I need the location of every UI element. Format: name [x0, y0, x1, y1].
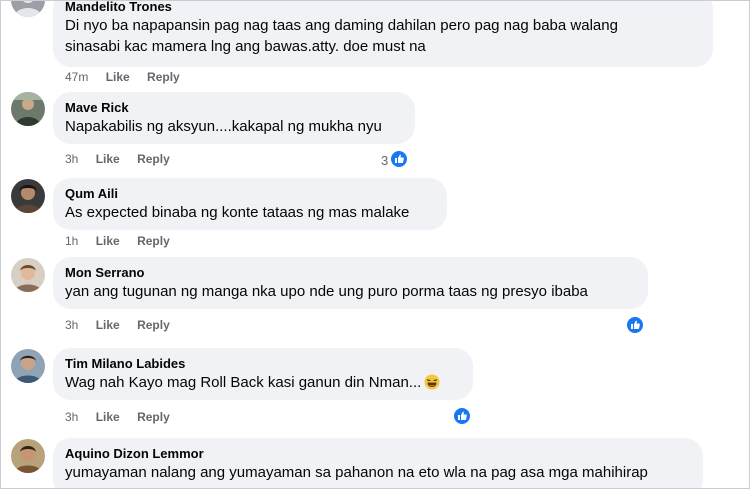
like-button[interactable]: Like — [96, 151, 120, 167]
comment-text: Napakabilis ng aksyun....kakapal ng mukh… — [65, 118, 382, 135]
avatar[interactable] — [11, 92, 45, 126]
comment-bubble: Mon Serrano yan ang tugunan ng manga nka… — [53, 257, 648, 309]
comment-author[interactable]: Mandelito Trones — [65, 1, 701, 15]
comment-text: Di nyo ba napapansin pag nag taas ang da… — [65, 17, 618, 34]
comment-time[interactable]: 3h — [65, 317, 78, 333]
reaction-summary[interactable]: 3 — [381, 150, 409, 171]
avatar[interactable] — [11, 179, 45, 213]
comment-actions: 3h Like Reply — [65, 151, 170, 167]
comment-bubble: Aquino Dizon Lemmor yumayaman nalang ang… — [53, 438, 703, 488]
comment-text: As expected binaba ng konte tataas ng ma… — [65, 204, 410, 221]
avatar[interactable] — [11, 1, 45, 17]
comment-bubble: Mandelito Trones Di nyo ba napapansin pa… — [53, 1, 713, 67]
comment-time[interactable]: 1h — [65, 233, 78, 249]
reply-button[interactable]: Reply — [137, 317, 170, 333]
like-button[interactable]: Like — [96, 409, 120, 425]
comment-author[interactable]: Qum Aili — [65, 186, 435, 202]
comment-time[interactable]: 47m — [65, 69, 88, 85]
avatar[interactable] — [11, 258, 45, 292]
comment-author[interactable]: Tim Milano Labides — [65, 356, 461, 372]
avatar[interactable] — [11, 439, 45, 473]
comment-text-content: Wag nah Kayo mag Roll Back kasi ganun di… — [65, 374, 422, 391]
comment-bubble: Qum Aili As expected binaba ng konte tat… — [53, 178, 447, 230]
comment-bubble: Mave Rick Napakabilis ng aksyun....kakap… — [53, 92, 415, 144]
comment-author[interactable]: Mon Serrano — [65, 265, 636, 281]
like-thumb-icon — [453, 407, 471, 428]
reaction-summary[interactable] — [453, 407, 471, 428]
comment-text: Wag nah Kayo mag Roll Back kasi ganun di… — [65, 372, 461, 393]
comment-bubble: Tim Milano Labides Wag nah Kayo mag Roll… — [53, 348, 473, 400]
like-thumb-icon — [390, 150, 409, 171]
comment-actions: 3h Like Reply — [65, 409, 170, 425]
comment-time[interactable]: 3h — [65, 151, 78, 167]
reaction-count: 3 — [381, 153, 389, 168]
comment-actions: 47m Like Reply — [65, 69, 180, 85]
comment-thread: Mandelito Trones Di nyo ba napapansin pa… — [0, 0, 750, 489]
comment-actions: 3h Like Reply — [65, 317, 170, 333]
comment-text: yumayaman nalang ang yumayaman sa pahano… — [65, 464, 648, 481]
like-button[interactable]: Like — [96, 317, 120, 333]
avatar[interactable] — [11, 349, 45, 383]
like-button[interactable]: Like — [106, 69, 130, 85]
laughing-emoji-icon — [424, 374, 440, 390]
reaction-summary[interactable] — [626, 316, 644, 337]
comment-text: yan ang tugunan ng manga nka upo nde ung… — [65, 283, 588, 300]
like-button[interactable]: Like — [96, 233, 120, 249]
comment-time[interactable]: 3h — [65, 409, 78, 425]
comment-author[interactable]: Aquino Dizon Lemmor — [65, 446, 691, 462]
comment-author[interactable]: Mave Rick — [65, 100, 403, 116]
reply-button[interactable]: Reply — [137, 233, 170, 249]
comment-actions: 1h Like Reply — [65, 233, 170, 249]
reply-button[interactable]: Reply — [147, 69, 180, 85]
reply-button[interactable]: Reply — [137, 409, 170, 425]
reply-button[interactable]: Reply — [137, 151, 170, 167]
comment-text-line-2: sinasabi kac mamera lng ang bawas.atty. … — [65, 38, 426, 55]
like-thumb-icon — [626, 316, 644, 337]
